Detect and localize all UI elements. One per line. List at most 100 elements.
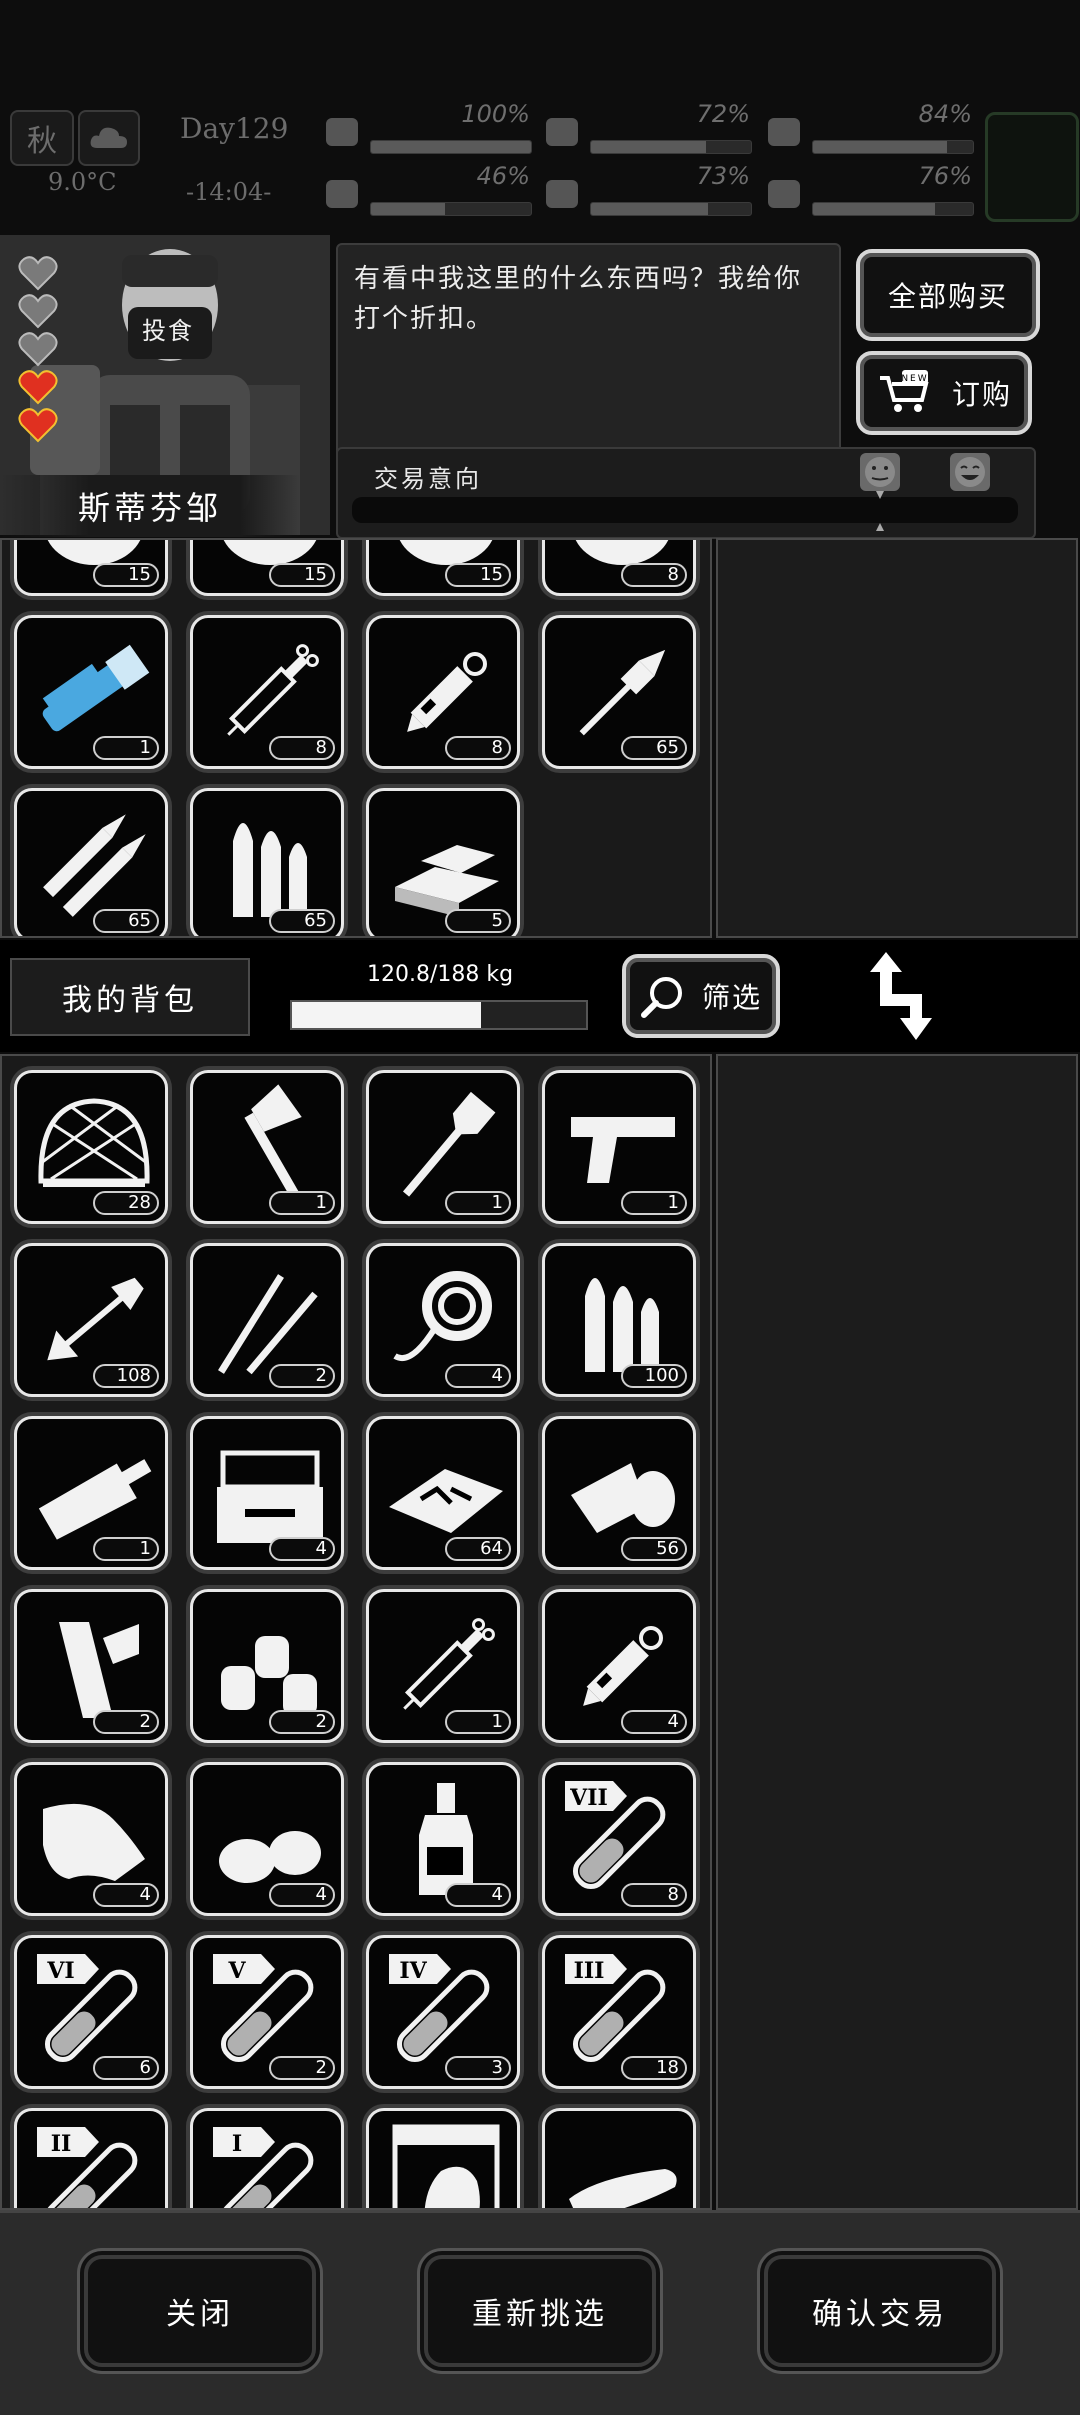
new-badge: NEW — [901, 374, 928, 384]
item-slot[interactable]: V2 — [190, 1935, 344, 2089]
close-label: 关闭 — [166, 2297, 234, 2332]
item-count: 1 — [93, 736, 159, 760]
vital-percent: 73% — [696, 162, 750, 190]
item-count: 65 — [269, 909, 335, 933]
item-slot[interactable]: 65 — [14, 788, 168, 936]
equipped-slot[interactable] — [985, 112, 1079, 222]
item-count: 4 — [445, 1883, 511, 1907]
item-slot[interactable]: 15 — [14, 540, 168, 596]
item-slot[interactable]: 5 — [366, 788, 520, 936]
item-slot[interactable]: VII 8 — [542, 1762, 696, 1916]
item-count: 1 — [621, 1191, 687, 1215]
heart-filled-icon — [18, 369, 58, 405]
item-slot[interactable]: 4 — [190, 1762, 344, 1916]
item-count: 64 — [445, 1537, 511, 1561]
item-slot[interactable]: 64 — [366, 1416, 520, 1570]
item-count: 2 — [269, 1364, 335, 1388]
trader-name: 斯蒂芬邹 — [0, 475, 300, 537]
vital-bar-track — [370, 140, 532, 154]
item-slot[interactable]: IV 3 — [366, 1935, 520, 2089]
item-slot[interactable]: 2 — [190, 1243, 344, 1397]
item-count: 56 — [621, 1537, 687, 1561]
item-count: 15 — [93, 563, 159, 587]
heart-filled-icon — [18, 407, 58, 443]
item-slot[interactable]: 1 — [366, 1589, 520, 1743]
item-slot[interactable]: 4 — [190, 1416, 344, 1570]
item-slot[interactable]: 28 — [14, 1070, 168, 1224]
item-slot[interactable]: 8 — [190, 615, 344, 769]
item-slot[interactable]: II — [14, 2108, 168, 2208]
vital-bar-fill — [813, 141, 948, 153]
item-count: 4 — [93, 1883, 159, 1907]
medkit-icon — [322, 112, 362, 152]
item-slot[interactable]: 108 — [14, 1243, 168, 1397]
item-slot[interactable]: 4 — [14, 1762, 168, 1916]
order-label: 订购 — [952, 378, 1013, 411]
trader-inventory-grid: 15 15 15 8 1 8 8 65 65 65 5 — [0, 538, 712, 938]
item-slot[interactable]: 4 — [366, 1762, 520, 1916]
close-button[interactable]: 关闭 — [84, 2255, 316, 2367]
vital-percent: 84% — [918, 100, 972, 128]
item-slot[interactable]: VI 6 — [14, 1935, 168, 2089]
item-slot[interactable]: 2 — [14, 1589, 168, 1743]
item-count: 65 — [621, 736, 687, 760]
item-slot[interactable]: 56 — [542, 1416, 696, 1570]
item-slot[interactable]: 1 — [14, 615, 168, 769]
item-slot[interactable]: I — [190, 2108, 344, 2208]
item-slot[interactable]: 65 — [190, 788, 344, 936]
trader-selection-panel[interactable] — [716, 538, 1078, 938]
svg-text:V: V — [227, 1958, 246, 1984]
item-slot[interactable]: 4 — [542, 1589, 696, 1743]
item-slot[interactable]: III 18 — [542, 1935, 696, 2089]
item-slot[interactable] — [542, 2108, 696, 2208]
item-slot[interactable]: 1 — [542, 1070, 696, 1224]
svg-text:III: III — [574, 1958, 605, 1984]
swap-arrows-icon[interactable] — [860, 948, 936, 1044]
backpack-inventory-grid: 28 1 1 1 108 2 4 100 1 4 64 56 2 2 1 4 4 4 4 VII 8 VI 6 V 2 IV 3 II… — [0, 1054, 712, 2210]
vital-bar-track — [590, 202, 752, 216]
item-slot[interactable]: 15 — [190, 540, 344, 596]
item-count: 1 — [93, 1537, 159, 1561]
vital-percent: 46% — [476, 162, 530, 190]
item-slot[interactable]: 100 — [542, 1243, 696, 1397]
item-slot[interactable]: 8 — [542, 540, 696, 596]
weight-text: 120.8/188 kg — [366, 962, 514, 987]
vital-bar-fill — [371, 203, 445, 215]
item-slot[interactable]: 2 — [190, 1589, 344, 1743]
item-slot[interactable]: 8 — [366, 615, 520, 769]
heart-empty-icon — [18, 293, 58, 329]
item-count: 28 — [93, 1191, 159, 1215]
reselect-label: 重新挑选 — [472, 2297, 608, 2332]
item-count: 3 — [445, 2056, 511, 2080]
vital-bar-track — [812, 202, 974, 216]
confirm-trade-label: 确认交易 — [812, 2297, 948, 2332]
item-slot[interactable]: 15 — [366, 540, 520, 596]
item-count: 8 — [621, 563, 687, 587]
item-count: 2 — [269, 1710, 335, 1734]
item-count: 8 — [269, 736, 335, 760]
backpack-header: 我的背包 120.8/188 kg 筛选 — [0, 940, 1080, 1052]
filter-button[interactable]: 筛选 — [622, 954, 780, 1038]
item-slot[interactable]: 4 — [366, 1243, 520, 1397]
item-slot[interactable]: 1 — [190, 1070, 344, 1224]
lungs-icon — [764, 112, 804, 152]
vital-bar-stomach: 72% — [546, 100, 752, 154]
vital-bar-track — [590, 140, 752, 154]
intent-marker — [874, 491, 886, 531]
vital-bar-fill — [591, 203, 708, 215]
order-button[interactable]: NEW 订购 — [856, 351, 1032, 435]
season-badge: 秋 — [10, 110, 74, 166]
heart-empty-icon — [18, 331, 58, 367]
item-slot[interactable]: 1 — [366, 1070, 520, 1224]
dialog-text: 有看中我这里的什么东西吗？我给你打个折扣。 — [354, 264, 803, 334]
buy-all-button[interactable]: 全部购买 — [856, 249, 1040, 341]
backpack-selection-panel[interactable] — [716, 1054, 1078, 2210]
reselect-button[interactable]: 重新挑选 — [424, 2255, 656, 2367]
vital-bar-heart: 76% — [768, 162, 974, 216]
item-count: 108 — [93, 1364, 159, 1388]
item-slot[interactable] — [366, 2108, 520, 2208]
item-slot[interactable]: 1 — [14, 1416, 168, 1570]
confirm-trade-button[interactable]: 确认交易 — [764, 2255, 996, 2367]
vital-bar-fill — [813, 203, 935, 215]
item-slot[interactable]: 65 — [542, 615, 696, 769]
